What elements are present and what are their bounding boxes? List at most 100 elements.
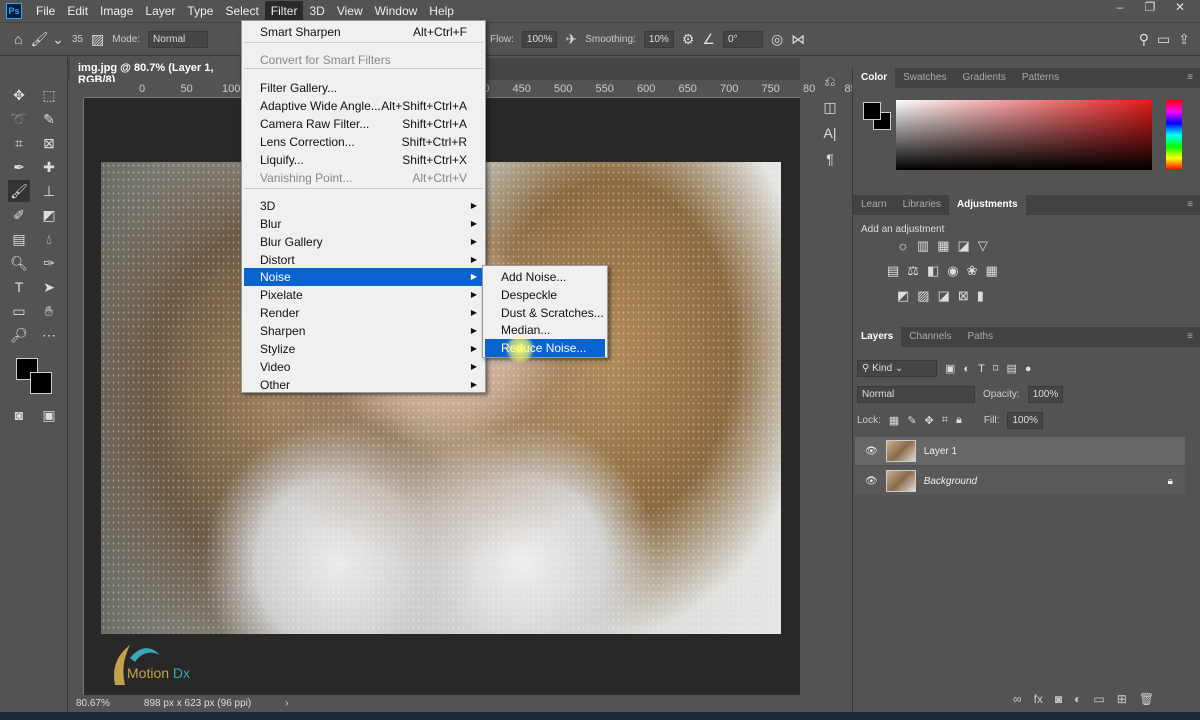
filter-menu-item[interactable]: Render ▶ (244, 304, 483, 322)
hue-saturation-icon[interactable]: ▤ (887, 263, 899, 279)
gradient-map-icon[interactable]: ▮ (977, 288, 984, 304)
opacity-input[interactable]: 100% (1027, 386, 1064, 403)
layer-row[interactable]: 👁︎ Layer 1 (855, 437, 1185, 465)
tab-patterns[interactable]: Patterns (1014, 68, 1067, 88)
filter-menu-item[interactable]: Lens Correction... Shift+Ctrl+R (244, 133, 483, 151)
search-icon[interactable]: ⚲ (1139, 31, 1149, 48)
visibility-eye-icon[interactable]: 👁︎ (865, 446, 878, 457)
zoom-tool-icon[interactable]: 🔎︎ (8, 324, 30, 346)
foreground-swatch[interactable] (863, 102, 881, 120)
menu-window[interactable]: Window (369, 1, 424, 21)
lock-position-icon[interactable]: ✥ (925, 414, 934, 427)
filter-menu-item[interactable]: Camera Raw Filter... Shift+Ctrl+A (244, 115, 483, 133)
menu-image[interactable]: Image (94, 1, 139, 21)
workspace-icon[interactable]: ▭ (1157, 31, 1170, 48)
lock-artboard-icon[interactable]: ⌗ (942, 414, 948, 427)
history-icon[interactable]: ⎌ (815, 68, 845, 94)
menu-3d[interactable]: 3D (303, 1, 330, 21)
zoom-level[interactable]: 80.67% (76, 698, 110, 709)
black-white-icon[interactable]: ◧ (927, 263, 939, 279)
filter-toggle-icon[interactable]: ● (1025, 363, 1032, 375)
noise-submenu-item[interactable]: Median... (485, 321, 605, 339)
share-icon[interactable]: ⇪ (1178, 31, 1190, 48)
filter-menu-item[interactable]: Video ▶ (244, 358, 483, 376)
levels-icon[interactable]: ▥ (917, 238, 929, 254)
pressure-icon[interactable]: ◎ (771, 31, 783, 48)
curves-icon[interactable]: ▦ (937, 238, 949, 254)
exposure-icon[interactable]: ◪ (958, 238, 970, 254)
group-icon[interactable]: ▭ (1093, 692, 1104, 706)
properties-icon[interactable]: ◫ (815, 94, 845, 120)
filter-menu-item[interactable]: Blur ▶ (244, 215, 483, 233)
paragraph-icon[interactable]: ¶ (815, 146, 845, 172)
tab-paths[interactable]: Paths (960, 327, 1002, 347)
menu-filter[interactable]: Filter (264, 1, 304, 21)
noise-submenu-item[interactable]: Add Noise... (485, 268, 605, 286)
photo-filter-icon[interactable]: ◉ (947, 263, 958, 279)
gradient-tool-icon[interactable]: ▤ (8, 228, 30, 250)
layer-name[interactable]: Background (924, 476, 977, 487)
menu-file[interactable]: File (30, 1, 61, 21)
filter-menu-item[interactable]: Noise ▶ (244, 268, 483, 286)
brightness-icon[interactable]: ☼ (897, 238, 909, 254)
brush-size[interactable]: 35 (72, 34, 83, 45)
noise-submenu-item[interactable]: Dust & Scratches... (485, 304, 605, 322)
character-icon[interactable]: A| (815, 120, 845, 146)
move-tool-icon[interactable]: ✥ (8, 84, 30, 106)
panel-menu-icon[interactable]: ≡ (1179, 327, 1200, 347)
visibility-eye-icon[interactable]: 👁︎ (865, 476, 878, 487)
close-icon[interactable]: ✕ (1166, 0, 1194, 18)
lasso-tool-icon[interactable]: ➰ (8, 108, 30, 130)
vibrance-icon[interactable]: ▽ (978, 238, 988, 254)
menu-layer[interactable]: Layer (139, 1, 181, 21)
filter-pixel-icon[interactable]: ▣ (945, 362, 955, 375)
eyedropper-icon[interactable]: ✒ (8, 156, 30, 178)
filter-menu-item[interactable]: Adaptive Wide Angle... Alt+Shift+Ctrl+A (244, 97, 483, 115)
tab-channels[interactable]: Channels (901, 327, 959, 347)
tab-adjustments[interactable]: Adjustments (948, 195, 1026, 215)
smoothing-input[interactable]: 10% (643, 30, 674, 48)
brush-tool-icon[interactable]: 🖌︎ ⌄ (30, 31, 63, 48)
airbrush-icon[interactable]: ✈ (565, 31, 577, 48)
tab-learn[interactable]: Learn (853, 195, 895, 215)
color-field[interactable] (896, 100, 1152, 170)
new-layer-icon[interactable]: ⊞ (1117, 692, 1127, 706)
dodge-tool-icon[interactable]: 🔍︎ (8, 252, 30, 274)
menu-type[interactable]: Type (181, 1, 219, 21)
noise-submenu-item[interactable]: Despeckle (485, 286, 605, 304)
quick-mask-icon[interactable]: ◙ (8, 404, 30, 426)
type-tool-icon[interactable]: T (8, 276, 30, 298)
tab-layers[interactable]: Layers (853, 327, 902, 347)
lock-pixels-icon[interactable]: ✎ (907, 414, 916, 427)
eraser-icon[interactable]: ◩ (38, 204, 60, 226)
mode-select[interactable]: Normal (148, 30, 209, 48)
pen-tool-icon[interactable]: ✑ (38, 252, 60, 274)
frame-tool-icon[interactable]: ⊠ (38, 132, 60, 154)
restore-icon[interactable]: ❐ (1136, 0, 1164, 18)
tab-libraries[interactable]: Libraries (895, 195, 949, 215)
filter-menu-item[interactable]: Smart Sharpen Alt+Ctrl+F (244, 23, 483, 41)
path-select-icon[interactable]: ➤ (38, 276, 60, 298)
tab-swatches[interactable]: Swatches (895, 68, 954, 88)
tab-color[interactable]: Color (853, 68, 896, 88)
stamp-tool-icon[interactable]: ⊥ (38, 180, 60, 202)
threshold-icon[interactable]: ◪ (938, 288, 950, 304)
posterize-icon[interactable]: ▨ (917, 288, 929, 304)
menu-view[interactable]: View (331, 1, 369, 21)
filter-menu-item[interactable]: Filter Gallery... (244, 79, 483, 97)
color-lookup-icon[interactable]: ▦ (986, 263, 998, 279)
healing-brush-icon[interactable]: ✚ (38, 156, 60, 178)
filter-shape-icon[interactable]: ⌑ (993, 362, 999, 375)
rectangle-tool-icon[interactable]: ▭ (8, 300, 30, 322)
hand-tool-icon[interactable]: ✋︎ (38, 300, 60, 322)
lock-transparent-icon[interactable]: ▦ (889, 414, 899, 427)
minimize-icon[interactable]: – (1106, 0, 1134, 18)
menu-edit[interactable]: Edit (61, 1, 94, 21)
filter-type-icon[interactable]: T (978, 363, 985, 375)
panel-menu-icon[interactable]: ≡ (1179, 68, 1200, 88)
link-layers-icon[interactable]: ∞ (1013, 692, 1022, 706)
fx-icon[interactable]: fx (1034, 692, 1043, 706)
noise-submenu-item[interactable]: Reduce Noise... (485, 339, 605, 358)
filter-menu-item[interactable]: Other ▶ (244, 376, 483, 394)
flow-input[interactable]: 100% (521, 30, 558, 48)
